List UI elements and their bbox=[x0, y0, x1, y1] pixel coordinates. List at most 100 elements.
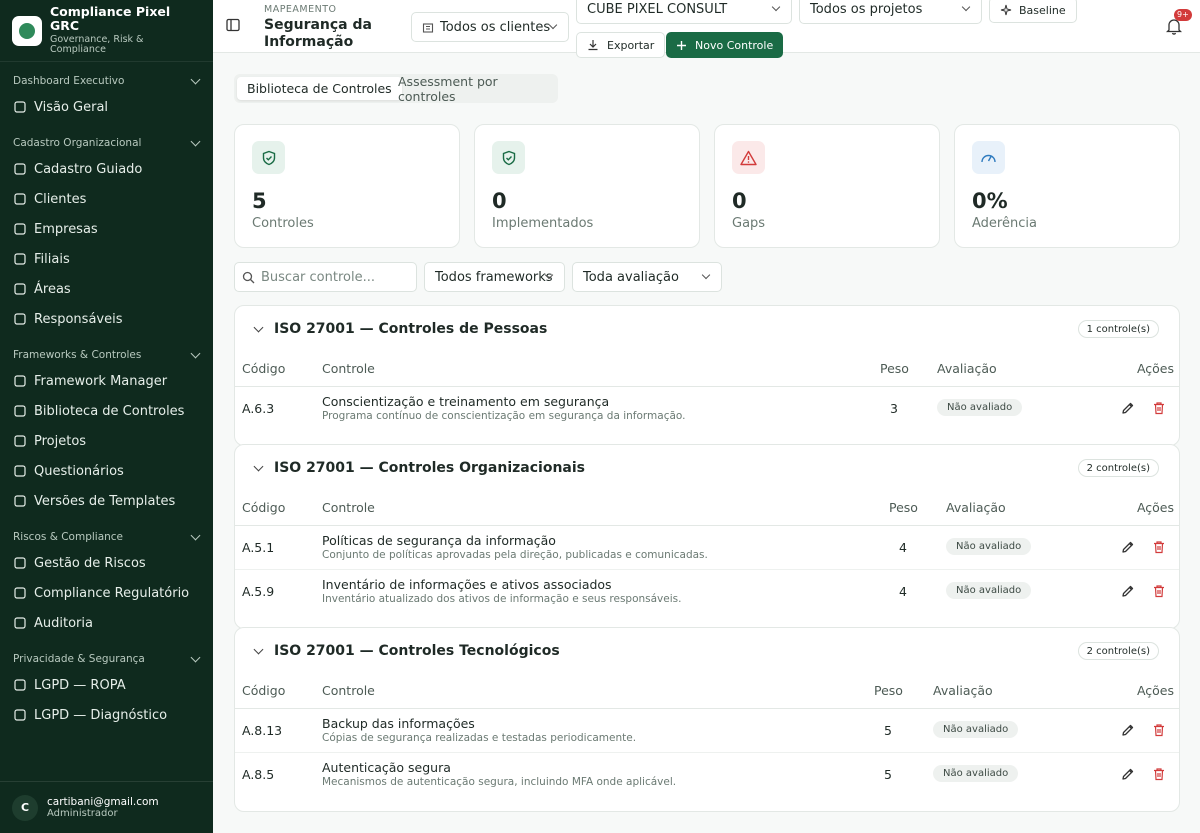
pencil-icon[interactable] bbox=[1121, 767, 1135, 781]
sidebar-group-header[interactable]: Frameworks & Controles bbox=[0, 344, 213, 366]
search-placeholder: Buscar controle... bbox=[261, 269, 375, 285]
stat-label: Implementados bbox=[492, 216, 594, 231]
grid-icon bbox=[13, 100, 34, 114]
sidebar-item[interactable]: Questionários bbox=[0, 456, 213, 486]
stat-value: 0% bbox=[972, 189, 1008, 213]
stat-label: Gaps bbox=[732, 216, 766, 231]
sidebar-group-header[interactable]: Privacidade & Segurança bbox=[0, 648, 213, 670]
control-code: A.8.13 bbox=[242, 723, 283, 738]
client-select[interactable]: Todos os clientes bbox=[411, 12, 569, 42]
section-header[interactable]: ISO 27001 — Controles de Pessoas bbox=[253, 321, 548, 337]
tab-assessment[interactable]: Assessment por controles bbox=[388, 74, 558, 104]
sidebar-group-header[interactable]: Cadastro Organizacional bbox=[0, 132, 213, 154]
sidebar-item[interactable]: Empresas bbox=[0, 214, 213, 244]
status-badge: Não avaliado bbox=[937, 399, 1023, 416]
company-select-value: CUBE PIXEL CONSULT bbox=[587, 1, 728, 17]
stat-label: Aderência bbox=[972, 216, 1037, 231]
sidebar-group-title: Privacidade & Segurança bbox=[13, 653, 145, 665]
sidebar-item[interactable]: LGPD — Diagnóstico bbox=[0, 700, 213, 730]
sidebar-item-label: Empresas bbox=[34, 221, 98, 237]
col-control: Controle bbox=[322, 500, 375, 515]
control-weight: 4 bbox=[899, 584, 907, 599]
trash-icon[interactable] bbox=[1152, 723, 1166, 737]
section-header[interactable]: ISO 27001 — Controles Organizacionais bbox=[253, 460, 585, 476]
col-code: Código bbox=[242, 361, 286, 376]
office-icon bbox=[13, 252, 34, 266]
sidebar-item[interactable]: Visão Geral bbox=[0, 92, 213, 122]
company-select[interactable]: CUBE PIXEL CONSULT bbox=[576, 0, 792, 24]
project-select[interactable]: Todos os projetos bbox=[799, 0, 982, 24]
sidebar-item-label: Cadastro Guiado bbox=[34, 161, 143, 177]
sidebar-item-label: Versões de Templates bbox=[34, 493, 176, 509]
sidebar-item[interactable]: Compliance Regulatório bbox=[0, 578, 213, 608]
new-control-button[interactable]: Novo Controle bbox=[666, 32, 784, 58]
sidebar-group-title: Dashboard Executivo bbox=[13, 75, 125, 87]
project-select-value: Todos os projetos bbox=[810, 1, 923, 17]
control-code: A.8.5 bbox=[242, 767, 275, 782]
pencil-icon[interactable] bbox=[1121, 723, 1135, 737]
user-profile[interactable]: C cartibani@gmail.com Administrador bbox=[0, 781, 213, 833]
table-row[interactable]: A.5.9 Inventário de informações e ativos… bbox=[235, 570, 1179, 614]
sidebar-item-label: Questionários bbox=[34, 463, 124, 479]
sidebar-item[interactable]: LGPD — ROPA bbox=[0, 670, 213, 700]
trash-icon[interactable] bbox=[1152, 767, 1166, 781]
sidebar-item-label: Filiais bbox=[34, 251, 70, 267]
section-header[interactable]: ISO 27001 — Controles Tecnológicos bbox=[253, 643, 560, 659]
sidebar-group-header[interactable]: Riscos & Compliance bbox=[0, 526, 213, 548]
sidebar-item[interactable]: Clientes bbox=[0, 184, 213, 214]
trash-icon[interactable] bbox=[1152, 540, 1166, 554]
avatar: C bbox=[12, 794, 38, 821]
chevron-down-icon bbox=[771, 2, 781, 12]
trash-icon[interactable] bbox=[1152, 584, 1166, 598]
sidebar-item-label: Responsáveis bbox=[34, 311, 123, 327]
evaluation-filter[interactable]: Toda avaliação bbox=[572, 262, 722, 292]
top-header: MAPEAMENTO Segurança da Informação Todos… bbox=[213, 0, 1200, 58]
page-title: Segurança da Informação bbox=[264, 17, 372, 50]
framework-filter-value: Todos frameworks bbox=[435, 269, 553, 285]
status-badge: Não avaliado bbox=[946, 582, 1032, 599]
chevron-down-icon bbox=[253, 322, 264, 333]
export-button[interactable]: Exportar bbox=[576, 32, 666, 58]
sidebar-item[interactable]: Responsáveis bbox=[0, 304, 213, 334]
clipboard-icon bbox=[13, 434, 34, 448]
trash-icon[interactable] bbox=[1152, 401, 1166, 415]
col-code: Código bbox=[242, 500, 286, 515]
sidebar-group-title: Riscos & Compliance bbox=[13, 531, 124, 543]
pencil-icon[interactable] bbox=[1121, 584, 1135, 598]
sidebar-item[interactable]: Framework Manager bbox=[0, 366, 213, 396]
sidebar-item-label: Projetos bbox=[34, 433, 87, 449]
pencil-icon[interactable] bbox=[1121, 540, 1135, 554]
status-badge: Não avaliado bbox=[933, 765, 1019, 782]
table-header: Código Controle Peso Avaliação Ações bbox=[235, 353, 1179, 387]
sidebar-item[interactable]: Áreas bbox=[0, 274, 213, 304]
gauge-icon bbox=[972, 141, 1005, 174]
sidebar-item[interactable]: Auditoria bbox=[0, 608, 213, 638]
sidebar-group: Riscos & Compliance Gestão de Riscos Compl… bbox=[0, 526, 213, 638]
sidebar-item[interactable]: Cadastro Guiado bbox=[0, 154, 213, 184]
baseline-button[interactable]: Baseline bbox=[989, 0, 1077, 23]
sidebar-group-header[interactable]: Dashboard Executivo bbox=[0, 70, 213, 92]
control-description: Programa contínuo de conscientização em … bbox=[322, 410, 686, 422]
sidebar-toggle-icon[interactable] bbox=[226, 18, 240, 32]
control-code: A.5.9 bbox=[242, 584, 275, 599]
sidebar-item[interactable]: Filiais bbox=[0, 244, 213, 274]
stat-value: 5 bbox=[252, 189, 267, 213]
framework-filter[interactable]: Todos frameworks bbox=[424, 262, 565, 292]
table-row[interactable]: A.5.1 Políticas de segurança da informaç… bbox=[235, 526, 1179, 570]
table-row[interactable]: A.8.5 Autenticação segura Mecanismos de … bbox=[235, 753, 1179, 797]
search-icon bbox=[242, 271, 255, 284]
chevron-down-icon bbox=[190, 74, 201, 85]
brand[interactable]: Compliance Pixel GRC Governance, Risk & … bbox=[0, 0, 213, 62]
table-row[interactable]: A.8.13 Backup das informações Cópias de … bbox=[235, 709, 1179, 753]
tab-biblioteca[interactable]: Biblioteca de Controles bbox=[237, 77, 402, 100]
sidebar-item[interactable]: Versões de Templates bbox=[0, 486, 213, 516]
control-code: A.5.1 bbox=[242, 540, 275, 555]
sidebar-item[interactable]: Biblioteca de Controles bbox=[0, 396, 213, 426]
pencil-icon[interactable] bbox=[1121, 401, 1135, 415]
sidebar-item[interactable]: Projetos bbox=[0, 426, 213, 456]
search-input[interactable]: Buscar controle... bbox=[234, 262, 417, 292]
sidebar-item[interactable]: Gestão de Riscos bbox=[0, 548, 213, 578]
table-row[interactable]: A.6.3 Conscientização e treinamento em s… bbox=[235, 387, 1179, 431]
section-title: ISO 27001 — Controles de Pessoas bbox=[274, 321, 548, 337]
sidebar-item-label: Framework Manager bbox=[34, 373, 168, 389]
